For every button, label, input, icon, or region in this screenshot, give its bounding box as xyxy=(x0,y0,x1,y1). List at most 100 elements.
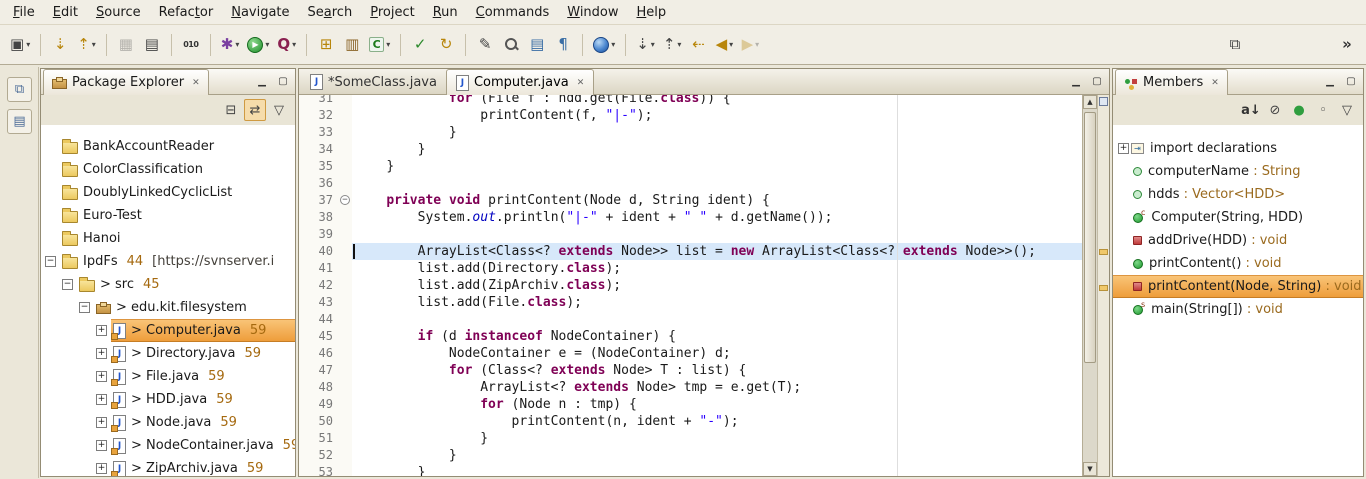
editor-tab-someclass-java[interactable]: J*SomeClass.java xyxy=(301,69,446,95)
expand-icon[interactable]: + xyxy=(96,417,107,428)
code-text[interactable]: ArrayList<Class<? extends Node>> list = … xyxy=(352,243,1082,260)
show-whitespace-icon[interactable]: ¶ xyxy=(551,32,575,58)
member-item-adddrive-hdd[interactable]: addDrive(HDD) : void xyxy=(1113,229,1363,252)
line-number[interactable]: 34 xyxy=(299,141,339,158)
member-item-import-declarations[interactable]: +⇥import declarations xyxy=(1113,137,1363,160)
line-number[interactable]: 41 xyxy=(299,260,339,277)
member-item-computer-string-hdd[interactable]: cComputer(String, HDD) xyxy=(1113,206,1363,229)
member-item-main-string[interactable]: smain(String[]) : void xyxy=(1113,298,1363,321)
collapse-icon[interactable]: − xyxy=(45,256,56,267)
expand-icon[interactable]: + xyxy=(96,325,107,336)
expand-icon[interactable]: + xyxy=(96,440,107,451)
minimize-icon[interactable]: ▁ xyxy=(254,73,270,89)
next-annotation-icon[interactable]: ⇣▾ xyxy=(633,32,658,58)
print-icon[interactable]: ▤ xyxy=(140,32,164,58)
maximize-icon[interactable]: ▢ xyxy=(1089,73,1105,89)
occurrence-marker[interactable] xyxy=(1099,249,1108,255)
scrollbar-thumb[interactable] xyxy=(1084,112,1096,363)
open-perspective-icon[interactable]: ⧉ xyxy=(1223,32,1247,58)
line-number[interactable]: 36 xyxy=(299,175,339,192)
line-number[interactable]: 37 xyxy=(299,192,339,209)
menu-item-commands[interactable]: Commands xyxy=(467,2,559,23)
search-icon[interactable] xyxy=(499,32,523,58)
tree-item-hanoi[interactable]: Hanoi xyxy=(41,227,295,250)
member-item-computername[interactable]: computerName : String xyxy=(1113,160,1363,183)
line-number[interactable]: 49 xyxy=(299,396,339,413)
close-icon[interactable]: ✕ xyxy=(577,78,585,88)
line-number[interactable]: 47 xyxy=(299,362,339,379)
scroll-up-icon[interactable]: ▲ xyxy=(1083,95,1097,109)
code-text[interactable]: for (File f : hdd.get(File.class)) { xyxy=(352,95,1082,107)
fold-collapse-icon[interactable]: − xyxy=(340,195,350,205)
code-text[interactable]: printContent(n, ident + "-"); xyxy=(352,413,1082,430)
run-icon[interactable]: ▶▾ xyxy=(244,32,272,58)
code-text[interactable]: for (Node n : tmp) { xyxy=(352,396,1082,413)
line-number[interactable]: 51 xyxy=(299,430,339,447)
expand-icon[interactable]: + xyxy=(1118,143,1129,154)
refresh-icon[interactable]: ↻ xyxy=(434,32,458,58)
member-item-printcontent-node-string[interactable]: printContent(Node, String) : void xyxy=(1113,275,1363,298)
editor-vertical-scrollbar[interactable]: ▲ ▼ xyxy=(1082,95,1097,476)
close-icon[interactable]: ✕ xyxy=(1211,78,1219,88)
tree-item-ziparchiv-java[interactable]: +J> ZipArchiv.java59 xyxy=(41,457,295,476)
coverage-icon[interactable]: Q▾ xyxy=(274,32,299,58)
line-number[interactable]: 48 xyxy=(299,379,339,396)
new-java-project-icon[interactable]: ⊞ xyxy=(314,32,338,58)
expand-icon[interactable]: + xyxy=(96,348,107,359)
sort-icon[interactable]: a↓ xyxy=(1240,99,1262,121)
menu-item-window[interactable]: Window xyxy=(558,2,627,23)
menu-item-source[interactable]: Source xyxy=(87,2,150,23)
tree-item-edu-kit-filesystem[interactable]: −> edu.kit.filesystem xyxy=(41,296,295,319)
web-browser-icon[interactable]: ▾ xyxy=(590,32,618,58)
code-text[interactable]: } xyxy=(352,464,1082,476)
tree-item-file-java[interactable]: +J> File.java59 xyxy=(41,365,295,388)
view-menu-icon[interactable]: ▽ xyxy=(1336,99,1358,121)
tree-item-hdd-java[interactable]: +J> HDD.java59 xyxy=(41,388,295,411)
link-with-editor-icon[interactable]: ⇄ xyxy=(244,99,266,121)
code-area[interactable]: 31 for (File f : hdd.get(File.class)) {3… xyxy=(299,95,1082,476)
line-number[interactable]: 45 xyxy=(299,328,339,345)
code-text[interactable]: } xyxy=(352,447,1082,464)
line-number[interactable]: 43 xyxy=(299,294,339,311)
svn-commit-icon[interactable]: ⇡▾ xyxy=(74,32,99,58)
menu-item-navigate[interactable]: Navigate xyxy=(222,2,298,23)
line-number[interactable]: 39 xyxy=(299,226,339,243)
code-text[interactable]: ArrayList<? extends Node> tmp = e.get(T)… xyxy=(352,379,1082,396)
collapse-icon[interactable]: − xyxy=(62,279,73,290)
code-text[interactable] xyxy=(352,175,1082,192)
open-task-icon[interactable]: ✎ xyxy=(473,32,497,58)
menu-item-project[interactable]: Project xyxy=(361,2,424,23)
tree-item-node-java[interactable]: +J> Node.java59 xyxy=(41,411,295,434)
editor-tab-computer-java[interactable]: JComputer.java✕ xyxy=(446,69,594,95)
code-text[interactable]: list.add(File.class); xyxy=(352,294,1082,311)
external-tools-icon[interactable]: ✱▾ xyxy=(218,32,243,58)
line-number[interactable]: 53 xyxy=(299,464,339,476)
line-number[interactable]: 33 xyxy=(299,124,339,141)
occurrence-marker[interactable] xyxy=(1099,285,1108,291)
close-icon[interactable]: ✕ xyxy=(192,78,200,88)
collapse-all-icon[interactable]: ⊟ xyxy=(220,99,242,121)
line-number[interactable]: 32 xyxy=(299,107,339,124)
javadoc-icon[interactable]: ▤ xyxy=(525,32,549,58)
menu-item-search[interactable]: Search xyxy=(299,2,362,23)
svn-update-icon[interactable]: ⇣ xyxy=(48,32,72,58)
maximize-icon[interactable]: ▢ xyxy=(275,73,291,89)
code-text[interactable]: System.out.println("|-" + ident + " " + … xyxy=(352,209,1082,226)
code-text[interactable]: if (d instanceof NodeContainer) { xyxy=(352,328,1082,345)
code-text[interactable]: } xyxy=(352,141,1082,158)
members-tab[interactable]: Members ✕ xyxy=(1115,69,1228,95)
tree-item-euro-test[interactable]: Euro-Test xyxy=(41,204,295,227)
menu-item-run[interactable]: Run xyxy=(424,2,467,23)
hide-non-public-icon[interactable]: ◦ xyxy=(1312,99,1334,121)
menu-item-refactor[interactable]: Refactor xyxy=(150,2,223,23)
code-text[interactable]: printContent(f, "|-"); xyxy=(352,107,1082,124)
collapse-icon[interactable]: − xyxy=(79,302,90,313)
fast-view-icon[interactable]: ▤ xyxy=(7,109,32,134)
new-class-icon[interactable]: C▾ xyxy=(366,32,393,58)
line-number[interactable]: 50 xyxy=(299,413,339,430)
tree-item-nodecontainer-java[interactable]: +J> NodeContainer.java59 xyxy=(41,434,295,457)
hide-static-icon[interactable]: ⊘ xyxy=(1264,99,1286,121)
code-text[interactable]: list.add(ZipArchiv.class); xyxy=(352,277,1082,294)
line-number[interactable]: 46 xyxy=(299,345,339,362)
junit-icon[interactable]: ✓ xyxy=(408,32,432,58)
